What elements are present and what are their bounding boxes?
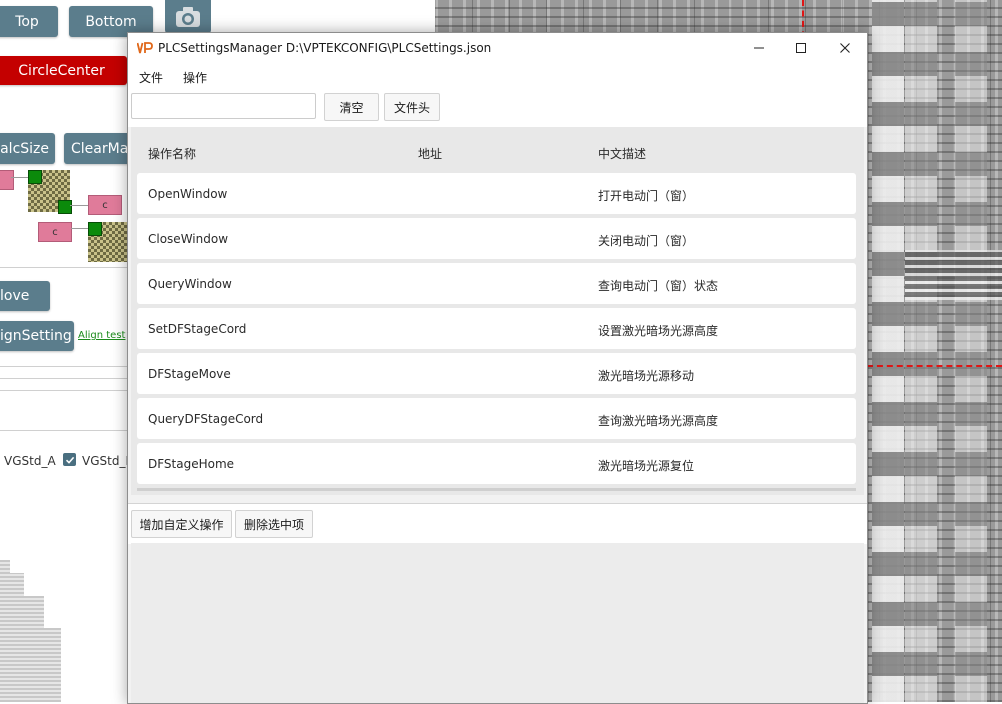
checkmark-icon [65,456,74,464]
cell-description: 查询激光暗场光源高度 [598,414,719,428]
maximize-button[interactable] [779,33,823,63]
handle-square[interactable] [88,222,102,236]
handle-square[interactable] [28,170,42,184]
search-input[interactable] [131,93,316,119]
cell-description: 激光暗场光源移动 [598,369,695,383]
connector-line [71,228,89,229]
cell-operation-name: SetDFStageCord [148,322,247,336]
header-description[interactable]: 中文描述 [598,145,646,162]
align-test-link[interactable]: Align test [78,330,125,341]
divider [0,366,127,367]
calc-size-button[interactable]: alcSize [0,133,55,164]
chip-column [872,0,904,702]
table-row[interactable]: DFStageHome 激光暗场光源复位 [137,443,856,484]
cell-operation-name: QueryWindow [148,277,232,291]
header-operation-name[interactable]: 操作名称 [148,145,196,162]
circle-center-button[interactable]: CircleCenter [0,56,127,85]
table-row[interactable]: QueryWindow 查询电动门（窗）状态 [137,263,856,304]
plc-settings-dialog: PLCSettingsManager D:\VPTEKCONFIG\PLCSet… [127,32,868,704]
vgstd-b-checkbox[interactable] [63,453,76,466]
bar-stack [24,596,44,702]
camera-icon [176,7,200,27]
grid-header: 操作名称 地址 中文描述 [131,127,864,175]
cell-operation-name: DFStageMove [148,367,231,381]
toolbar: 清空 文件头 [128,89,867,127]
cell-operation-name: OpenWindow [148,187,228,201]
divider [0,267,127,268]
bottom-action-bar: 增加自定义操作 删除选中项 [128,503,867,544]
cell-description: 激光暗场光源复位 [598,459,695,473]
clear-button[interactable]: 清空 [324,93,379,121]
tag-c[interactable]: c [38,222,72,242]
close-button[interactable] [823,33,867,63]
cell-operation-name: CloseWindow [148,232,229,246]
cell-operation-name: DFStageHome [148,457,235,471]
divider [0,430,127,431]
bar-stack [10,573,24,702]
camera-button[interactable] [165,0,211,34]
table-row[interactable]: QueryDFStageCord 查询激光暗场光源高度 [137,398,856,439]
maximize-icon [796,43,806,53]
tag-c[interactable] [0,170,14,190]
minimize-button[interactable] [737,33,781,63]
cell-description: 打开电动门（窗） [598,189,695,203]
table-row[interactable]: OpenWindow 打开电动门（窗） [137,173,856,214]
add-custom-operation-button[interactable]: 增加自定义操作 [131,510,232,538]
vgstd-a-label: VGStd_A [4,454,56,468]
cell-description: 设置激光暗场光源高度 [598,324,719,338]
menu-bar: 文件 操作 [128,63,867,89]
menu-operation[interactable]: 操作 [183,69,207,86]
header-address[interactable]: 地址 [418,145,442,162]
connector-line [70,205,88,206]
table-row[interactable]: DFStageMove 激光暗场光源移动 [137,353,856,394]
clear-mark-button[interactable]: ClearMar [64,133,134,164]
table-row[interactable]: CloseWindow 关闭电动门（窗） [137,218,856,259]
detail-panel [131,543,864,703]
bar-stack [0,560,10,702]
top-button[interactable]: Top [0,6,58,37]
tag-c[interactable]: c [88,195,122,215]
align-setting-button[interactable]: ignSetting [0,321,74,351]
menu-file[interactable]: 文件 [139,69,163,86]
horizontal-scrollbar[interactable] [137,488,856,491]
chip-column [905,0,937,702]
minimize-icon [754,47,764,49]
cut-line [867,365,1002,367]
operations-grid: 操作名称 地址 中文描述 OpenWindow 打开电动门（窗） CloseWi… [131,127,864,495]
cell-operation-name: QueryDFStageCord [148,412,264,426]
chip-column [955,0,987,702]
app-logo-icon [137,42,153,54]
bar-stack [44,628,61,702]
vgstd-b-label: VGStd_B [82,454,134,468]
file-header-button[interactable]: 文件头 [384,93,440,121]
pad-block [905,250,1002,300]
close-icon [840,43,850,53]
table-row[interactable]: SetDFStageCord 设置激光暗场光源高度 [137,308,856,349]
cell-description: 查询电动门（窗）状态 [598,279,719,293]
handle-square[interactable] [58,200,72,214]
divider [0,378,127,379]
delete-selected-button[interactable]: 删除选中项 [235,510,313,538]
cell-description: 关闭电动门（窗） [598,234,695,248]
window-title: PLCSettingsManager D:\VPTEKCONFIG\PLCSet… [158,41,492,55]
move-button[interactable]: love [0,281,50,311]
divider [0,390,127,391]
title-bar[interactable]: PLCSettingsManager D:\VPTEKCONFIG\PLCSet… [128,33,867,63]
